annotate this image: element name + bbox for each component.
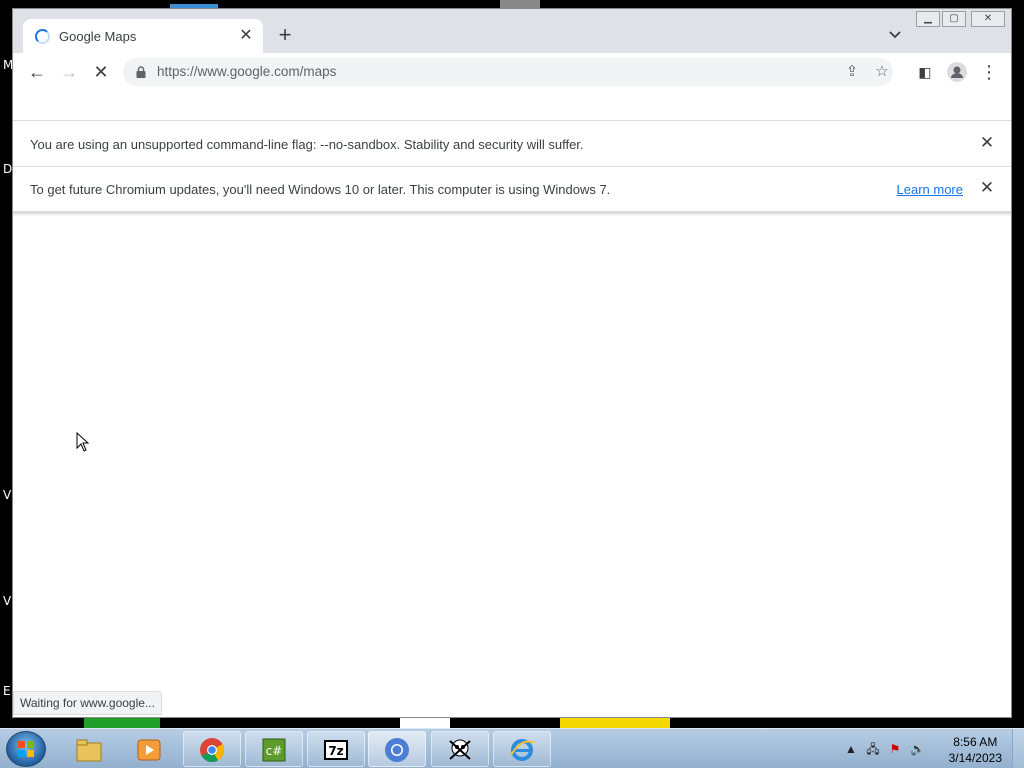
- status-bubble: Waiting for www.google...: [13, 691, 162, 715]
- tab-close-icon[interactable]: ✕: [237, 27, 255, 45]
- taskbar-7zip[interactable]: 7z: [307, 731, 365, 767]
- minimize-button[interactable]: ▁: [916, 11, 940, 27]
- csharp-icon: c#: [262, 738, 286, 762]
- share-icon[interactable]: ⇪: [843, 63, 861, 81]
- navigation-toolbar: ← → ✕ https://www.google.com/maps ⇪ ☆ ◧ …: [13, 53, 1011, 91]
- bookmark-star-icon[interactable]: ☆: [873, 63, 891, 81]
- taskbar-chrome[interactable]: [183, 731, 241, 767]
- svg-text:7z: 7z: [328, 744, 343, 758]
- infobar-close-icon[interactable]: ✕: [979, 134, 995, 151]
- desktop-icon-label: D: [3, 162, 13, 176]
- action-center-flag-icon[interactable]: ⚑: [888, 742, 902, 756]
- folder-icon: [76, 739, 102, 762]
- profile-avatar-icon[interactable]: [945, 61, 969, 83]
- taskbar: c# 7z ▲ 🖧 ⚑ 🔊 8:56 AM 3/14/2023: [0, 728, 1024, 768]
- taskbar-csharp-editor[interactable]: c#: [245, 731, 303, 767]
- browser-window: Google Maps ✕ + ▁ ▢ ✕ ← → ✕ https://www.…: [12, 8, 1012, 718]
- mouse-pointer-icon: [76, 432, 90, 452]
- address-bar[interactable]: https://www.google.com/maps ⇪ ☆: [123, 58, 893, 86]
- desktop-icon-label: E: [3, 684, 11, 698]
- media-player-icon: [137, 739, 161, 761]
- infobar-shadow: [13, 212, 1011, 216]
- tab-google-maps[interactable]: Google Maps ✕: [23, 19, 263, 53]
- taskbar-internet-explorer[interactable]: [493, 731, 551, 767]
- side-panel-icon[interactable]: ◧: [913, 61, 937, 83]
- desktop-wallpaper-fragment: [500, 0, 540, 8]
- chrome-icon: [200, 738, 225, 763]
- show-desktop-button[interactable]: [1012, 729, 1024, 768]
- infobar-sandbox-warning: You are using an unsupported command-lin…: [13, 122, 1011, 167]
- stop-loading-icon[interactable]: ✕: [89, 61, 113, 83]
- new-tab-button[interactable]: +: [275, 24, 295, 46]
- close-window-button[interactable]: ✕: [971, 11, 1005, 27]
- svg-text:c#: c#: [266, 744, 283, 758]
- url-text[interactable]: https://www.google.com/maps: [157, 64, 336, 79]
- tab-strip: Google Maps ✕ + ▁ ▢ ✕: [13, 9, 1011, 53]
- infobar-windows-update: To get future Chromium updates, you'll n…: [13, 167, 1011, 212]
- system-tray: ▲ 🖧 ⚑ 🔊 8:56 AM 3/14/2023: [844, 729, 1024, 768]
- infobar-message: You are using an unsupported command-lin…: [30, 137, 584, 152]
- desktop-icon-label: V: [3, 594, 12, 608]
- 7zip-icon: 7z: [324, 740, 348, 760]
- menu-kebab-icon[interactable]: ⋮: [977, 61, 1001, 83]
- taskbar-explorer[interactable]: [60, 731, 118, 767]
- start-button[interactable]: [6, 731, 46, 767]
- taskbar-pirate-app[interactable]: [431, 731, 489, 767]
- skull-icon: [449, 739, 471, 760]
- tab-search-chevron-icon[interactable]: [887, 27, 903, 43]
- clock[interactable]: 8:56 AM 3/14/2023: [949, 734, 1002, 766]
- lock-icon[interactable]: [135, 66, 147, 78]
- chromium-icon: [385, 738, 409, 762]
- network-icon[interactable]: 🖧: [866, 742, 880, 756]
- taskbar-media-player[interactable]: [120, 731, 178, 767]
- bookmark-bar: [13, 91, 1011, 121]
- clock-time: 8:56 AM: [953, 735, 998, 749]
- clock-date: 3/14/2023: [948, 751, 1002, 765]
- desktop-icon-label: V: [3, 488, 12, 502]
- forward-arrow-icon[interactable]: →: [57, 61, 81, 83]
- tab-title: Google Maps: [59, 29, 137, 44]
- ie-icon: [510, 739, 535, 761]
- loading-spinner-icon: [35, 29, 50, 44]
- infobar-close-icon[interactable]: ✕: [979, 179, 995, 196]
- tray-expand-icon[interactable]: ▲: [844, 742, 858, 756]
- maximize-button[interactable]: ▢: [942, 11, 966, 27]
- learn-more-link[interactable]: Learn more: [897, 182, 963, 197]
- taskbar-chromium[interactable]: [368, 731, 426, 767]
- volume-icon[interactable]: 🔊: [910, 742, 925, 756]
- back-arrow-icon[interactable]: ←: [25, 61, 49, 83]
- infobar-message: To get future Chromium updates, you'll n…: [30, 182, 611, 197]
